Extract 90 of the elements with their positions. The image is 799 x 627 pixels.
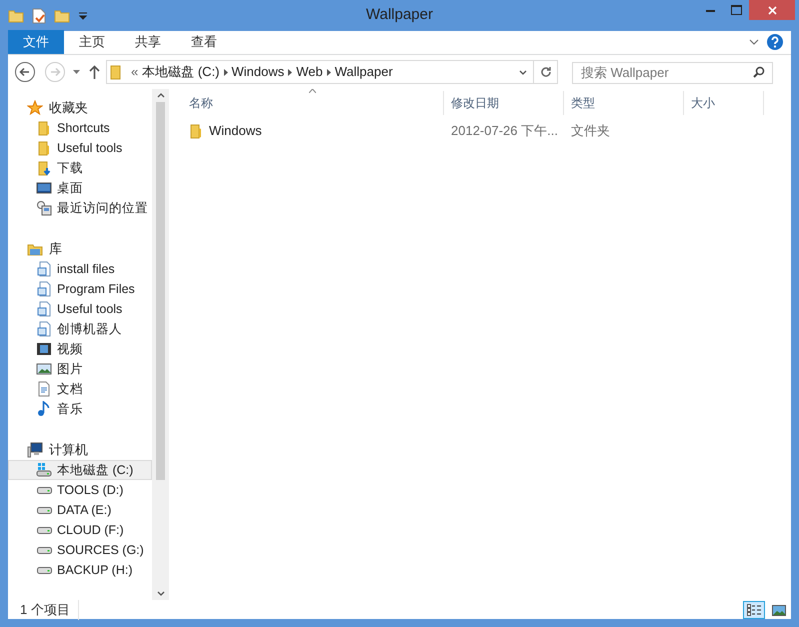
chevron-right-icon[interactable] [224, 68, 228, 76]
drive-icon [36, 566, 52, 574]
sidebar-item[interactable]: 视频 [8, 339, 152, 359]
library-document-icon [36, 321, 52, 337]
address-bar[interactable]: « 本地磁盘 (C:) Windows Web Wallpaper [106, 60, 558, 84]
sidebar-item[interactable]: 下载 [8, 158, 152, 178]
computer-icon [27, 442, 43, 458]
sidebar-item[interactable]: Shortcuts [8, 118, 152, 138]
caret-down-icon[interactable] [72, 70, 80, 74]
sidebar-item[interactable]: Program Files [8, 279, 152, 299]
music-note-icon [36, 401, 52, 417]
sidebar-item[interactable]: 桌面 [8, 178, 152, 198]
dropdown-icon[interactable] [78, 12, 88, 20]
chevron-right-icon[interactable] [288, 68, 292, 76]
sidebar-item[interactable]: 图片 [8, 359, 152, 379]
system-drive-icon [36, 462, 52, 478]
sidebar-item[interactable]: 音乐 [8, 399, 152, 419]
library-document-icon [36, 281, 52, 297]
search-icon[interactable] [753, 66, 765, 78]
ribbon-tab[interactable]: 主页 [64, 30, 120, 54]
chevron-down-icon[interactable] [519, 70, 527, 74]
sidebar-item[interactable]: 本地磁盘 (C:) [8, 460, 152, 480]
scroll-up-icon[interactable] [156, 93, 164, 98]
minimize-icon[interactable] [706, 8, 714, 12]
column-header[interactable]: 名称 [182, 91, 444, 115]
sidebar-group[interactable]: 计算机 [8, 440, 152, 460]
scrollbar[interactable] [152, 89, 169, 600]
details-view-button[interactable] [743, 601, 765, 619]
library-document-icon [36, 301, 52, 317]
scroll-thumb[interactable] [156, 102, 165, 480]
sidebar-item[interactable]: TOOLS (D:) [8, 480, 152, 500]
breadcrumb[interactable]: 本地磁盘 (C:) [138, 62, 224, 82]
close-button[interactable] [749, 0, 795, 20]
sort-ascending-icon [309, 89, 316, 93]
drive-icon [36, 486, 52, 494]
chevron-down-icon[interactable] [749, 39, 759, 45]
group-label: 收藏夹 [49, 99, 88, 118]
group-label: 计算机 [49, 441, 88, 460]
sidebar-item[interactable]: DATA (E:) [8, 500, 152, 520]
folder-icon [36, 120, 52, 136]
sidebar-item[interactable]: 文档 [8, 379, 152, 399]
scroll-down-icon[interactable] [156, 591, 164, 596]
sidebar-item[interactable]: 最近访问的位置 [8, 198, 152, 218]
star-icon [27, 100, 43, 116]
library-document-icon [36, 261, 52, 277]
maximize-icon[interactable] [730, 5, 742, 15]
details-view-icon[interactable] [747, 604, 761, 616]
document-icon [36, 381, 52, 397]
breadcrumb[interactable]: Web [292, 62, 327, 82]
sidebar-item[interactable]: Useful tools [8, 138, 152, 158]
chevron-right-icon[interactable] [326, 68, 331, 76]
sidebar-item[interactable]: CLOUD (F:) [8, 520, 152, 540]
column-header[interactable]: 修改日期 [444, 91, 564, 115]
window-title: Wallpaper [366, 5, 433, 26]
help-icon[interactable] [767, 34, 783, 50]
recent-places-icon [36, 200, 52, 216]
ribbon-tab[interactable]: 共享 [120, 30, 176, 54]
sidebar-group[interactable]: 库 [8, 239, 152, 259]
search-field[interactable]: 搜索 Wallpaper [572, 62, 773, 84]
back-button[interactable] [14, 61, 36, 83]
breadcrumb[interactable]: Windows [228, 62, 288, 82]
download-folder-icon [36, 160, 52, 176]
drive-icon [36, 546, 52, 554]
sidebar-item[interactable]: install files [8, 259, 152, 279]
breadcrumb[interactable]: Wallpaper [330, 62, 397, 82]
sidebar-item[interactable]: BACKUP (H:) [8, 560, 152, 580]
folder-icon [188, 123, 204, 139]
group-label: 库 [49, 240, 62, 258]
film-icon [36, 341, 52, 357]
folder-icon [36, 140, 52, 156]
type-cell: 文件夹 [571, 123, 610, 138]
status-text: 1 个项目 [20, 600, 79, 620]
overflow-chevron[interactable]: « [131, 62, 138, 82]
file-name[interactable]: Windows [209, 121, 262, 141]
sidebar-item[interactable]: 创博机器人 [8, 319, 152, 339]
document-icon[interactable] [32, 8, 46, 24]
sidebar-item[interactable]: Useful tools [8, 299, 152, 319]
column-header[interactable]: 大小 [684, 91, 764, 115]
desktop-icon [36, 180, 52, 196]
date-cell: 2012-07-26 下午... [451, 123, 558, 138]
sidebar-group[interactable]: 收藏夹 [8, 98, 152, 118]
ribbon-tab[interactable]: 文件 [8, 30, 64, 54]
ribbon-tab[interactable]: 查看 [176, 30, 232, 54]
close-icon[interactable] [768, 6, 776, 14]
drive-icon [36, 506, 52, 514]
image-icon [36, 361, 52, 377]
drive-icon [36, 526, 52, 534]
sidebar-item[interactable]: SOURCES (G:) [8, 540, 152, 560]
refresh-icon[interactable] [540, 66, 552, 78]
column-header[interactable]: 类型 [564, 91, 684, 115]
